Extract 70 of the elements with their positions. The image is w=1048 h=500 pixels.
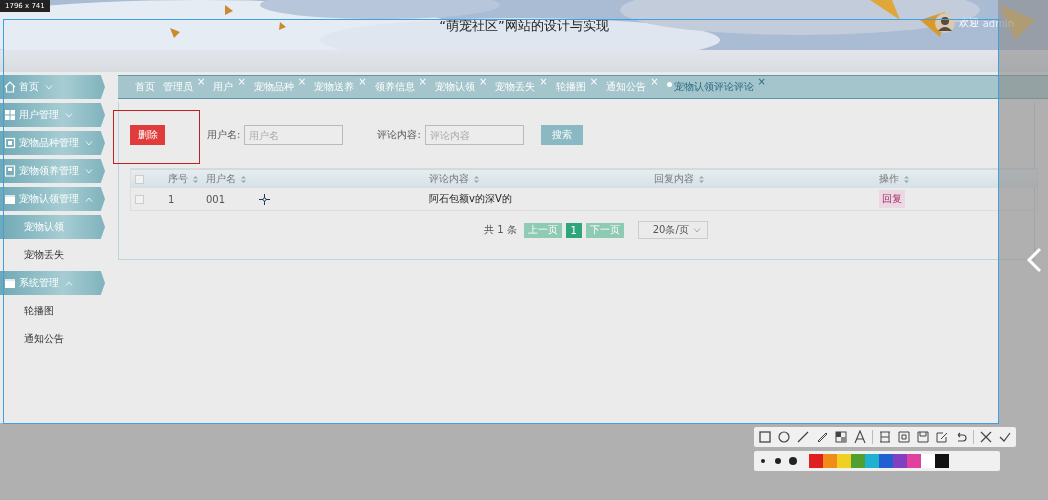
input-field[interactable]: 用户名	[244, 125, 344, 145]
page-button[interactable]: 1	[565, 222, 582, 238]
table-cell: 1	[168, 193, 175, 205]
color-swatch[interactable]	[823, 454, 837, 468]
ellipse-icon[interactable]	[777, 430, 791, 444]
color-swatch[interactable]	[935, 454, 949, 468]
checkbox[interactable]	[135, 174, 144, 184]
sidebar-item[interactable]: 宠物领养管理	[0, 159, 105, 183]
column-header: 回复内容	[654, 172, 694, 186]
edit-icon[interactable]	[935, 430, 949, 444]
color-swatch[interactable]	[921, 454, 935, 468]
close-icon[interactable]	[979, 430, 993, 444]
column-header: 用户名	[206, 172, 236, 186]
sidebar-item[interactable]: 用户管理	[0, 103, 105, 127]
text-tool-icon[interactable]	[853, 430, 867, 444]
field-label: 用户名:	[207, 128, 241, 142]
sidebar-subitem[interactable]: 轮播图	[0, 299, 105, 323]
color-swatch[interactable]	[893, 454, 907, 468]
sort-icon	[473, 174, 480, 184]
sort-icon	[192, 174, 199, 184]
next-page-button[interactable]: 下一页	[585, 222, 624, 238]
total-count: 共 1 条	[484, 223, 517, 237]
badge-icon	[4, 165, 16, 177]
sort-icon	[698, 174, 705, 184]
color-swatch[interactable]	[879, 454, 893, 468]
sidebar-item[interactable]: 系统管理	[0, 271, 105, 295]
sidebar-item[interactable]: 宠物品种管理	[0, 131, 105, 155]
table-cell: 阿石包额v的深V的	[429, 192, 512, 206]
mosaic-icon[interactable]	[834, 430, 848, 444]
site-title: “萌宠社区”网站的设计与实现	[439, 17, 609, 35]
color-swatch[interactable]	[837, 454, 851, 468]
sort-icon	[903, 174, 910, 184]
color-swatch[interactable]	[865, 454, 879, 468]
input-field[interactable]: 评论内容	[424, 125, 524, 145]
color-swatch[interactable]	[809, 454, 823, 468]
avatar-icon	[934, 13, 955, 33]
rectangle-icon[interactable]	[758, 430, 772, 444]
sidebar-subitem[interactable]: 宠物认领	[0, 215, 105, 239]
check-icon[interactable]	[998, 430, 1012, 444]
column-header: 评论内容	[429, 172, 469, 186]
crosshair-cursor-icon	[259, 193, 271, 205]
tab[interactable]: 首页	[132, 80, 158, 94]
column-header: 序号	[168, 172, 188, 186]
delete-button[interactable]: 删除	[130, 125, 165, 145]
window-icon	[4, 277, 16, 289]
search-button[interactable]: 搜索	[540, 125, 583, 145]
chevron-down-icon	[692, 227, 701, 233]
save-icon[interactable]	[916, 430, 930, 444]
active-dot	[666, 82, 672, 87]
field-label: 评论内容:	[377, 128, 421, 142]
column-header: 操作	[879, 172, 899, 186]
checkbox[interactable]	[135, 194, 144, 204]
color-swatch[interactable]	[851, 454, 865, 468]
table-cell: 001	[206, 193, 226, 205]
prev-page-button[interactable]: 上一页	[523, 222, 562, 238]
home-icon	[4, 81, 16, 93]
sidebar-item[interactable]: 宠物认领管理	[0, 187, 105, 211]
sidebar-item[interactable]: 首页	[0, 75, 105, 99]
frame-icon[interactable]	[897, 430, 911, 444]
chip-icon	[4, 137, 16, 149]
page-size-select[interactable]: 20条/页	[637, 221, 708, 239]
reply-button[interactable]: 回复	[879, 190, 905, 208]
sidebar-subitem[interactable]: 通知公告	[0, 327, 105, 351]
pen-icon[interactable]	[815, 430, 829, 444]
window-icon	[4, 193, 16, 205]
pin-icon[interactable]	[878, 430, 892, 444]
color-swatch[interactable]	[907, 454, 921, 468]
grid-icon	[4, 109, 16, 121]
sidebar-subitem[interactable]: 宠物丢失	[0, 243, 105, 267]
sort-icon	[240, 174, 247, 184]
